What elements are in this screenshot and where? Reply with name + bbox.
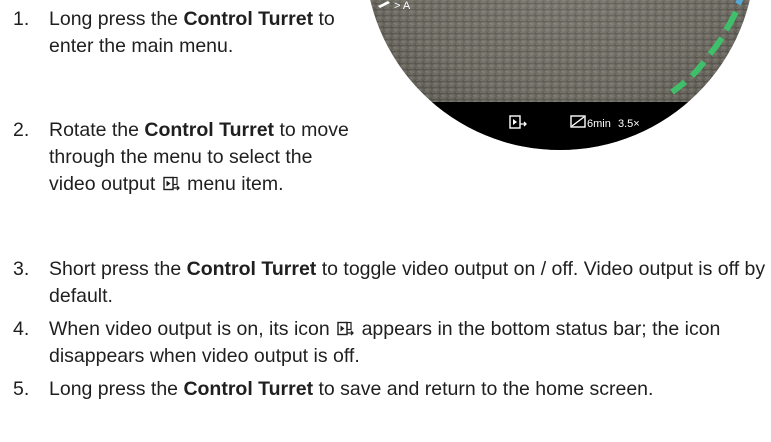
scope-view-illustration: > A 6min 3.5×	[365, 0, 755, 150]
recording-time: 6min	[587, 118, 611, 130]
control-turret-label: Control Turret	[183, 378, 314, 400]
mode-indicator-text: > A	[394, 0, 411, 12]
video-output-icon	[162, 176, 180, 191]
control-turret-label: Control Turret	[144, 119, 275, 141]
zoom-level: 3.5×	[618, 118, 640, 130]
step-text: Long press the Control Turret to save an…	[49, 378, 654, 400]
bottom-status-bar	[365, 102, 755, 150]
step-number: 4.	[13, 318, 30, 340]
step-text: Rotate the Control Turret to move throug…	[49, 119, 349, 195]
control-turret-label: Control Turret	[183, 8, 314, 30]
step-text: Long press the Control Turret to enter t…	[49, 8, 335, 57]
step-text: When video output is on, its icon appear…	[49, 318, 721, 367]
step-number: 5.	[13, 378, 30, 400]
step-number: 3.	[13, 258, 30, 280]
step-text: Short press the Control Turret to toggle…	[49, 258, 766, 307]
video-output-icon	[337, 321, 355, 336]
step-number: 2.	[13, 119, 30, 141]
step-number: 1.	[13, 8, 30, 30]
control-turret-label: Control Turret	[186, 258, 317, 280]
